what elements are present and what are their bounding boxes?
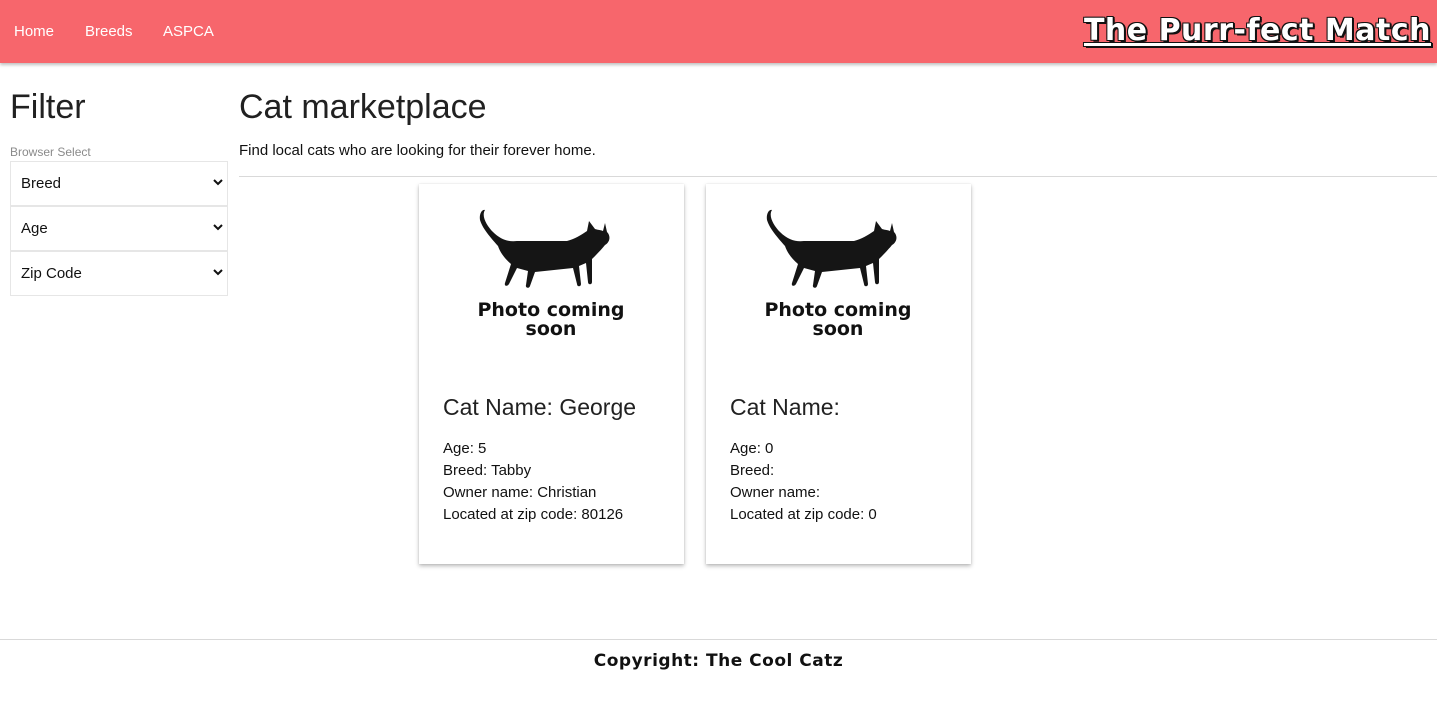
page-subtitle: Find local cats who are looking for thei… — [239, 142, 596, 159]
nav-link-aspca[interactable]: ASPCA — [163, 23, 214, 41]
breed-select[interactable]: Breed — [10, 161, 228, 206]
navbar: Home Breeds ASPCA The Purr-fect Match — [0, 0, 1437, 63]
chevron-down-icon — [213, 269, 223, 276]
cat-age: Age: 0 — [730, 440, 774, 457]
chevron-down-icon — [213, 179, 223, 186]
chevron-down-icon — [213, 224, 223, 231]
photo-placeholder-text: soon — [525, 318, 577, 340]
zip-code-select[interactable]: Zip Code — [10, 251, 228, 296]
footer-copyright: Copyright: The Cool Catz — [593, 651, 844, 671]
cat-name: Cat Name: George — [443, 394, 637, 420]
cat-photo-placeholder: Photo coming soon — [471, 208, 631, 343]
page-title: Cat marketplace — [239, 88, 487, 126]
cat-zip: Located at zip code: 0 — [730, 506, 877, 523]
cat-age: Age: 5 — [443, 440, 487, 457]
zip-code-select-value: Zip Code — [21, 265, 82, 282]
filter-title: Filter — [10, 88, 86, 126]
cat-photo-placeholder: Photo coming soon — [758, 208, 918, 343]
browser-select-label: Browser Select — [10, 145, 91, 159]
cat-name: Cat Name: — [730, 394, 840, 420]
age-select-value: Age — [21, 220, 48, 237]
breed-select-value: Breed — [21, 175, 62, 192]
age-select[interactable]: Age — [10, 206, 228, 251]
cat-card: Photo coming soon Cat Name: George Age: … — [419, 184, 684, 564]
photo-placeholder-text: soon — [812, 318, 864, 340]
cat-owner: Owner name: — [730, 484, 821, 501]
cat-silhouette-icon — [479, 209, 610, 288]
brand-title[interactable]: The Purr-fect Match — [1084, 13, 1431, 48]
cat-zip: Located at zip code: 80126 — [443, 506, 624, 523]
divider — [239, 176, 1437, 177]
nav-link-breeds[interactable]: Breeds — [85, 23, 133, 41]
cat-card: Photo coming soon Cat Name: Age: 0 Breed… — [706, 184, 971, 564]
cat-owner: Owner name: Christian — [443, 484, 597, 501]
cat-silhouette-icon — [766, 209, 897, 288]
nav-link-home[interactable]: Home — [14, 23, 54, 41]
footer-divider — [0, 639, 1437, 640]
cat-breed: Breed: — [730, 462, 775, 479]
cat-breed: Breed: Tabby — [443, 462, 532, 479]
